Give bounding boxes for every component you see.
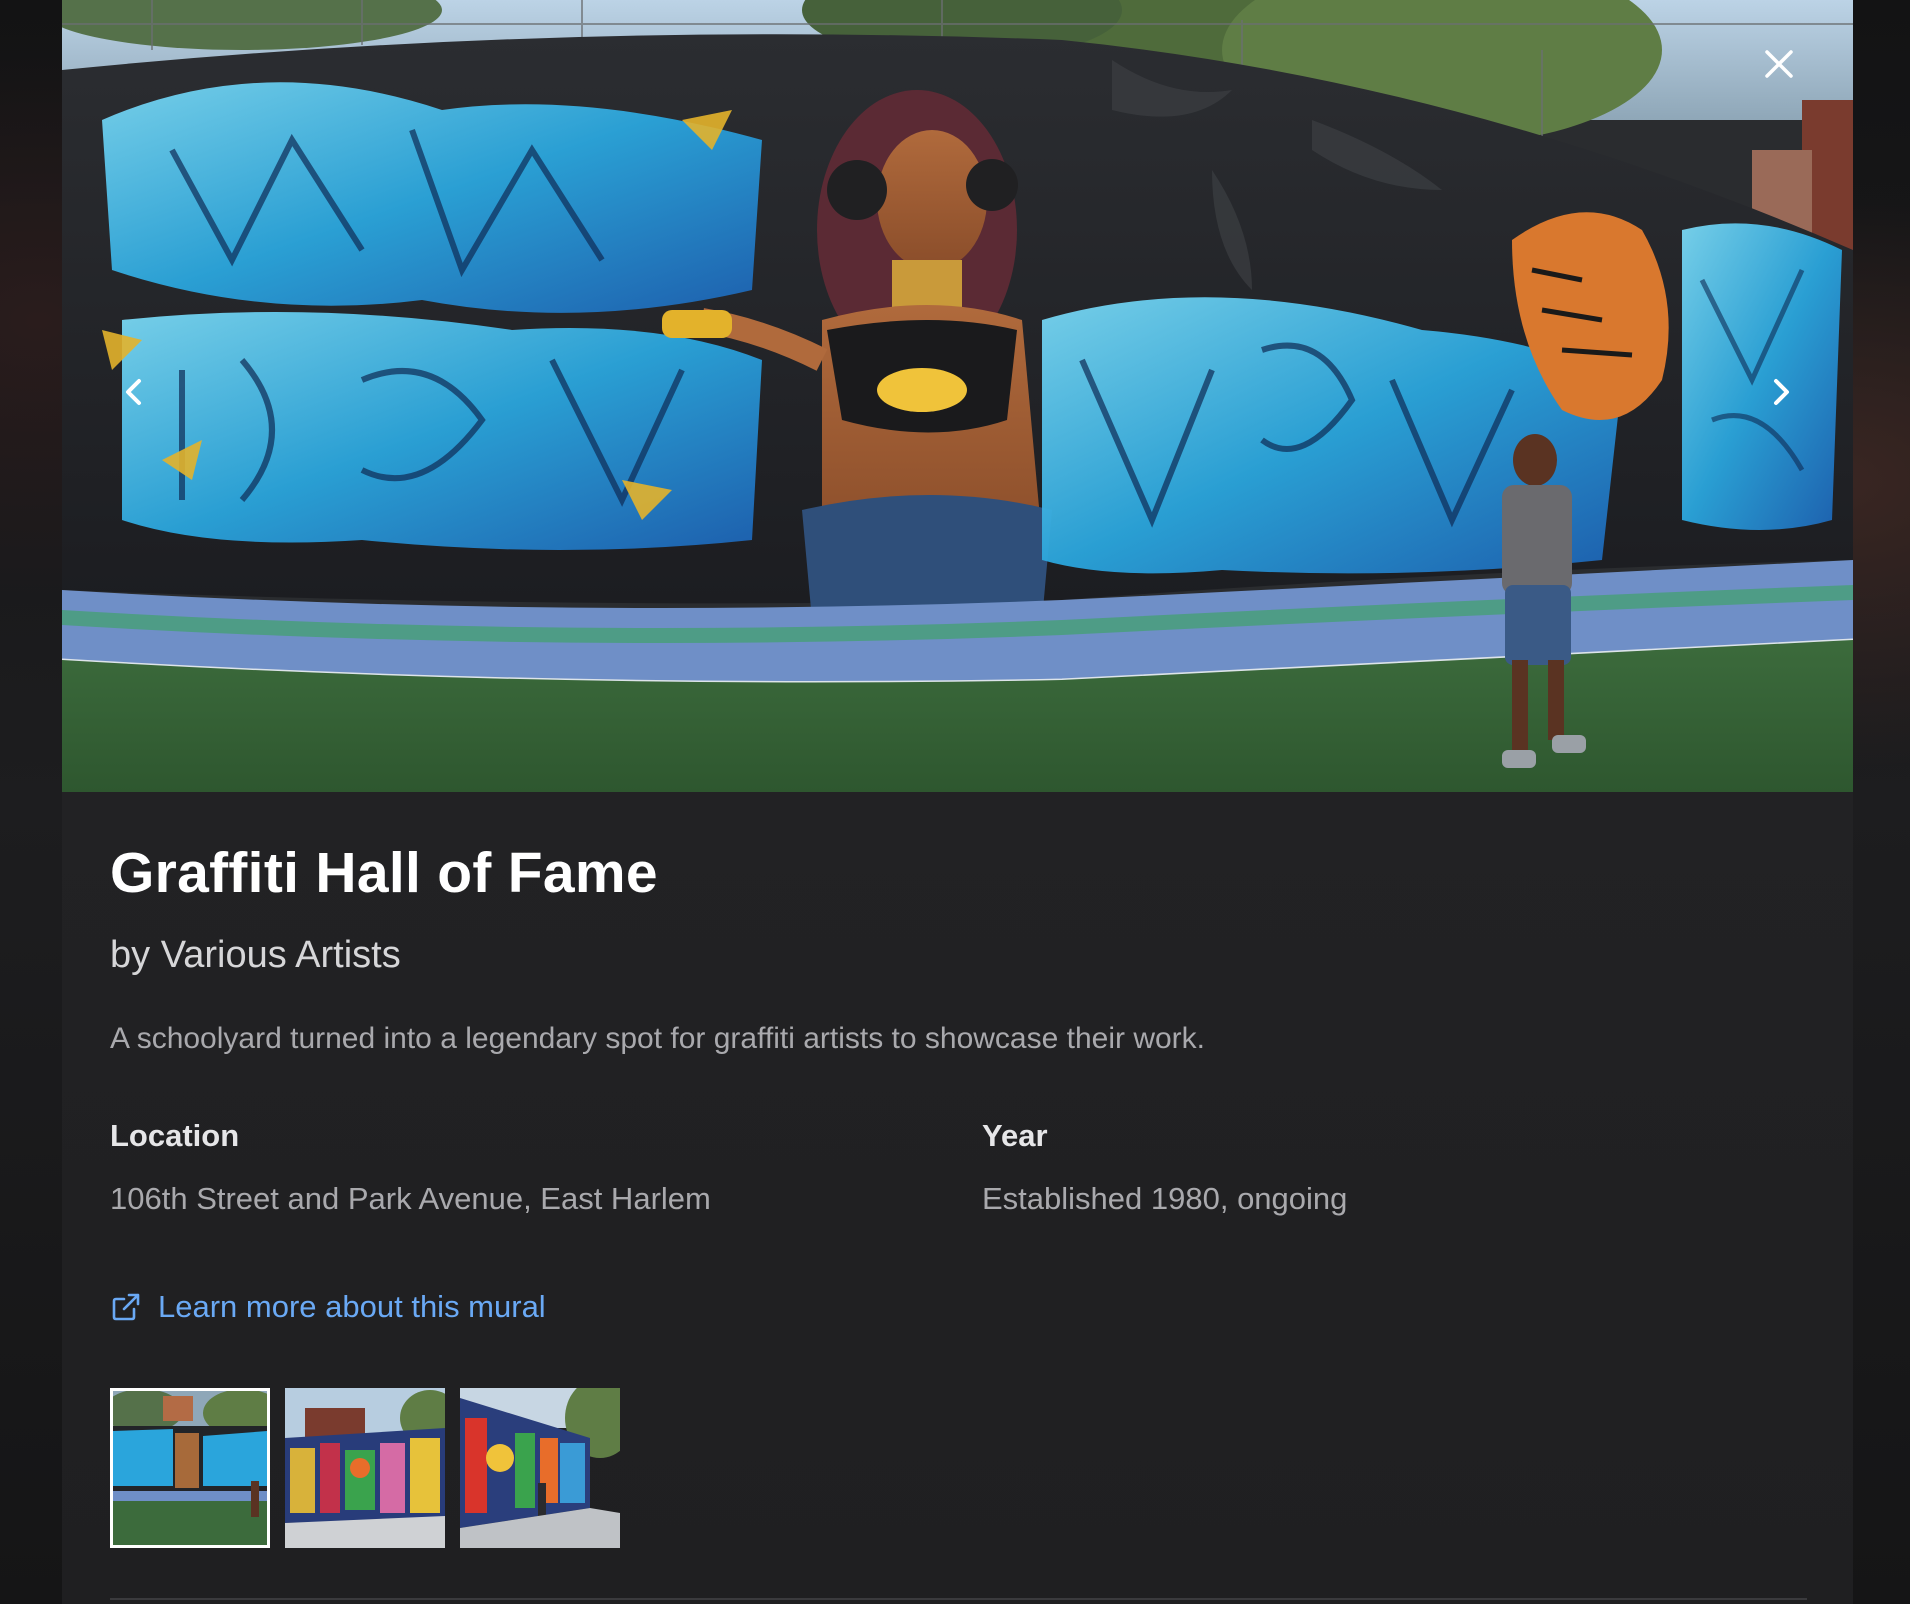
learn-more-link[interactable]: Learn more about this mural [110,1289,546,1325]
mural-hero-image [62,0,1853,792]
year-label: Year [982,1118,1048,1153]
location-label: Location [110,1118,240,1153]
thumbnail-strip [110,1388,620,1548]
mural-detail-modal: Graffiti Hall of Fame by Various Artists… [62,0,1853,1604]
divider [110,1598,1807,1600]
learn-more-label: Learn more about this mural [158,1289,546,1324]
close-button[interactable] [1759,44,1799,84]
location-value: 106th Street and Park Avenue, East Harle… [110,1181,711,1216]
thumbnail-2[interactable] [285,1388,445,1548]
chevron-right-icon [1774,379,1789,405]
year-value: Established 1980, ongoing [982,1181,1348,1216]
next-image-button[interactable] [1761,372,1801,412]
thumbnail-3[interactable] [460,1388,620,1548]
chevron-left-icon [126,379,141,405]
mural-description: A schoolyard turned into a legendary spo… [110,1022,1205,1055]
mural-artist: by Various Artists [110,934,401,976]
close-icon [1765,50,1793,78]
mural-title: Graffiti Hall of Fame [110,841,658,905]
thumbnail-1[interactable] [110,1388,270,1548]
external-link-icon [112,1293,140,1321]
previous-image-button[interactable] [114,372,154,412]
